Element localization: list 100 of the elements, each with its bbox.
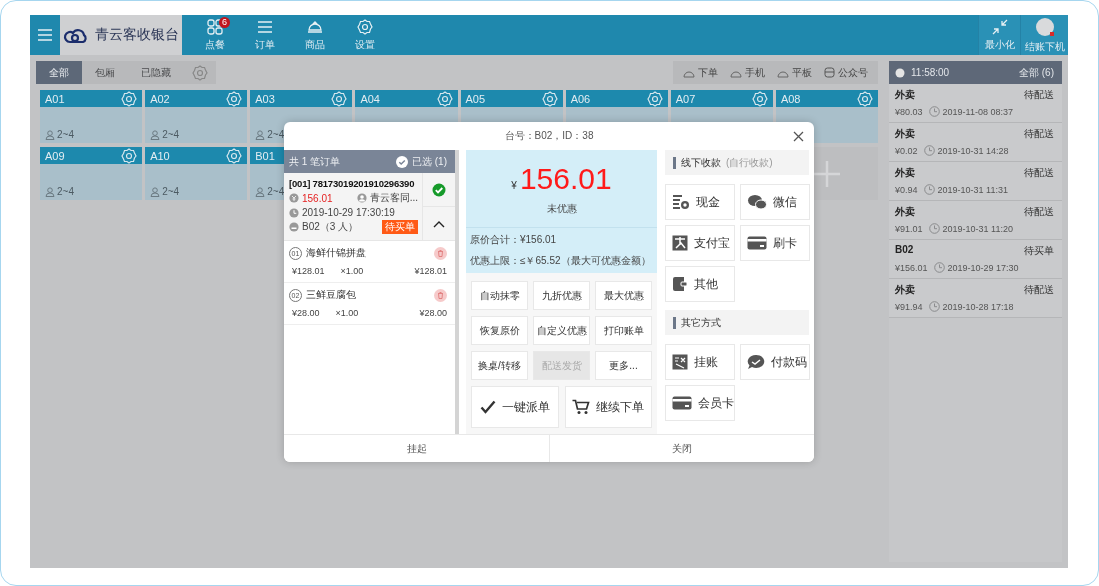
action-button[interactable]: 最大优惠 <box>595 281 652 310</box>
seat-range: 2~4 <box>57 186 74 197</box>
table-card[interactable]: A10 2~4 <box>145 147 248 200</box>
settings-icon <box>331 90 348 107</box>
order-name: 外卖 <box>895 127 915 141</box>
brand-name: 青云客收银台 <box>95 26 179 44</box>
item-quantity: ×1.00 <box>335 308 359 318</box>
table-settings-button[interactable] <box>121 90 138 107</box>
payment-button[interactable]: 现金 <box>665 184 735 220</box>
order-number: [001] 78173019201910296390 <box>289 178 416 189</box>
original-total: 原价合计：¥156.01 <box>470 233 558 247</box>
action-button[interactable]: 自动抹零 <box>471 281 528 310</box>
nav-tab[interactable]: 订单 <box>240 15 290 55</box>
source-filter[interactable]: 公众号 <box>818 61 874 84</box>
check-bubble-icon <box>747 354 765 370</box>
table-name: A09 <box>45 149 65 162</box>
clock-dot-icon <box>895 67 905 78</box>
table-name: A01 <box>45 92 65 105</box>
table-settings-button[interactable] <box>857 90 873 107</box>
table-settings-button[interactable] <box>541 90 558 107</box>
settings-icon <box>121 147 138 164</box>
action-button[interactable]: 换桌/转移 <box>471 351 528 380</box>
order-amount: ¥91.01 <box>895 223 923 234</box>
delete-button[interactable] <box>434 246 447 260</box>
table-card[interactable]: A09 2~4 <box>40 147 143 200</box>
action-button[interactable]: 打印账单 <box>595 316 652 345</box>
item-total: ¥28.00 <box>419 308 447 318</box>
clock-icon <box>933 262 945 273</box>
person-icon <box>45 129 55 140</box>
table-settings-button[interactable] <box>646 90 663 107</box>
item-name: 海鲜什锦拼盘 <box>306 246 366 260</box>
clock-icon <box>923 184 935 195</box>
table-name: A06 <box>570 92 591 105</box>
action-button[interactable]: 自定义优惠 <box>533 316 590 345</box>
order-amount: ¥156.01 <box>895 262 928 273</box>
order-filter[interactable]: 全部 (6) <box>1019 65 1054 80</box>
count-badge: 6 <box>219 17 230 28</box>
footer-button[interactable]: 挂起 <box>284 435 549 462</box>
currency-symbol: ¥ <box>511 179 517 191</box>
order-time: 2019-10-29 17:30 <box>947 262 1019 273</box>
cashier-name: 青云客同... <box>369 191 418 205</box>
bank-card-icon <box>672 396 692 410</box>
action-button[interactable]: 恢复原价 <box>471 316 528 345</box>
order-status: 待买单 <box>1024 244 1054 258</box>
source-filter[interactable]: 平板 <box>771 61 818 84</box>
dispatch-button[interactable]: 一键派单 <box>471 386 559 428</box>
person-icon <box>150 186 161 197</box>
settings-icon <box>121 90 138 107</box>
order-time: 2019-10-31 11:20 <box>942 223 1013 234</box>
table-settings-button[interactable] <box>226 147 243 164</box>
delete-button[interactable] <box>434 288 447 302</box>
table-settings-button[interactable] <box>226 90 243 107</box>
nav-tab[interactable]: 点餐 6 <box>190 15 240 55</box>
payment-button[interactable]: 微信 <box>740 184 810 220</box>
clock-icon <box>928 106 940 117</box>
order-time: 2019-10-31 14:28 <box>937 145 1009 156</box>
list-icon <box>257 18 273 35</box>
payment-button[interactable]: 挂账 <box>665 344 735 380</box>
trash-icon <box>434 288 447 302</box>
seat-range: 2~4 <box>162 129 180 140</box>
payment-button[interactable]: 刷卡 <box>740 225 810 261</box>
settings-icon <box>857 90 873 107</box>
source-filter[interactable]: 下单 <box>677 61 724 84</box>
table-settings-button[interactable] <box>121 147 138 164</box>
filter-tab[interactable]: 全部 <box>36 61 82 84</box>
wallet-icon <box>672 276 688 292</box>
total-amount: 156.01 <box>519 161 612 196</box>
settings-icon <box>192 64 208 81</box>
payment-button[interactable]: 其他 <box>665 266 735 302</box>
nav-tab[interactable]: 商品 <box>290 15 340 55</box>
table-settings-button[interactable] <box>436 90 453 107</box>
action-button[interactable]: 九折优惠 <box>533 281 590 310</box>
discount-note: 未优惠 <box>546 201 577 216</box>
clock-icon <box>928 223 940 234</box>
table-settings-button[interactable] <box>751 90 768 107</box>
settings-icon <box>541 90 558 107</box>
seat-range: 2~4 <box>267 129 285 140</box>
grid-icon <box>207 18 223 35</box>
table-card[interactable]: A02 2~4 <box>145 90 248 143</box>
bank-card-icon <box>747 236 767 250</box>
table-settings-button[interactable] <box>331 90 348 107</box>
table-name: A08 <box>780 92 801 105</box>
footer-button[interactable]: 关闭 <box>549 435 814 462</box>
close-button[interactable] <box>793 131 804 142</box>
payment-button[interactable]: 付款码 <box>740 344 810 380</box>
payment-button[interactable]: 会员卡 <box>665 385 735 421</box>
user-icon <box>356 193 367 203</box>
continue-order-button[interactable]: 继续下单 <box>564 386 652 428</box>
status-badge: 待买单 <box>382 220 418 234</box>
scrollbar[interactable] <box>455 150 459 434</box>
source-filter[interactable]: 手机 <box>724 61 771 84</box>
payment-button[interactable]: 支付宝 <box>665 225 735 261</box>
table-name: A10 <box>150 149 170 162</box>
order-time: 2019-10-28 17:18 <box>942 301 1014 312</box>
nav-tab[interactable]: 设置 <box>340 15 390 55</box>
filter-tab[interactable]: 包厢 <box>82 61 128 84</box>
action-button[interactable]: 更多... <box>595 351 652 380</box>
filter-tab[interactable]: 已隐藏 <box>128 61 184 84</box>
table-name: A04 <box>360 92 380 105</box>
table-card[interactable]: A01 2~4 <box>40 90 143 143</box>
